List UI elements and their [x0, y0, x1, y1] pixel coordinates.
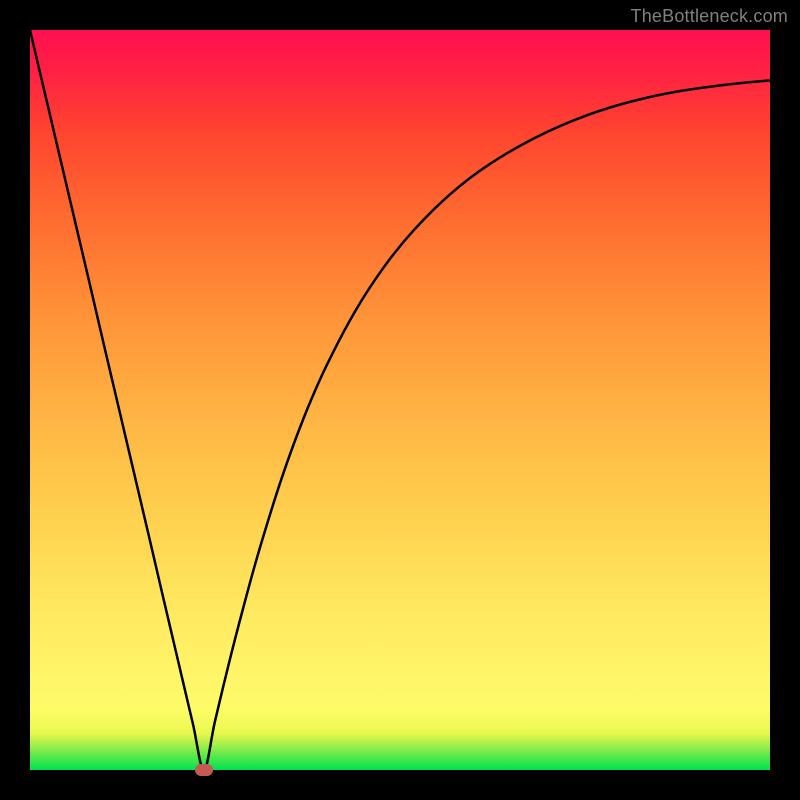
- chart-frame: TheBottleneck.com: [0, 0, 800, 800]
- optimal-point-marker: [195, 764, 213, 776]
- curve-svg: [30, 30, 770, 770]
- plot-area: [30, 30, 770, 770]
- watermark-text: TheBottleneck.com: [631, 6, 788, 27]
- bottleneck-curve: [30, 30, 770, 770]
